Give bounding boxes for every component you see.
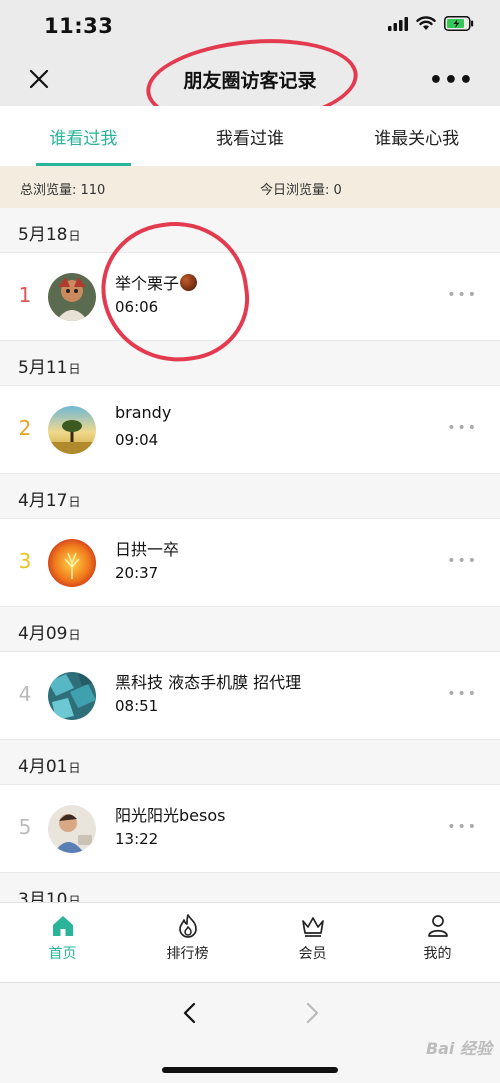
- chestnut-emoji-icon: [180, 274, 198, 291]
- date-day-suffix: 日: [68, 761, 81, 775]
- rank-number: 1: [18, 283, 32, 307]
- tab-who-viewed-me[interactable]: 谁看过我: [0, 106, 167, 166]
- date-month: 5月11: [18, 358, 68, 378]
- more-menu-button[interactable]: •••: [429, 68, 474, 93]
- visit-time: 13:22: [115, 830, 159, 848]
- visitor-name: 日拱一卒: [115, 540, 180, 559]
- avatar[interactable]: [48, 672, 96, 720]
- bottom-nav: 首页 排行榜 会员 我的: [0, 902, 500, 982]
- date-header: 4月17日: [0, 474, 500, 519]
- status-time: 11:33: [44, 14, 114, 38]
- avatar[interactable]: [48, 406, 96, 454]
- visitor-row[interactable]: 1 举个栗子 06:06 •••: [0, 253, 500, 341]
- visitor-row[interactable]: 2 brandy 09:04 •••: [0, 386, 500, 474]
- row-more-button[interactable]: •••: [447, 686, 478, 702]
- avatar[interactable]: [48, 805, 96, 853]
- browser-toolbar: Bai 经验: [0, 982, 500, 1083]
- nav-ranking-label: 排行榜: [166, 946, 209, 962]
- battery-icon: [444, 16, 474, 31]
- nav-membership[interactable]: 会员: [250, 903, 375, 982]
- total-views: 总浏览量: 110: [20, 183, 106, 198]
- visitor-row[interactable]: 3 日拱一卒 20:37 •••: [0, 519, 500, 607]
- visitor-name: 举个栗子: [115, 270, 198, 294]
- date-day-suffix: 日: [68, 362, 81, 376]
- nav-home-label: 首页: [48, 946, 77, 962]
- row-more-button[interactable]: •••: [447, 553, 478, 569]
- rank-number: 4: [18, 682, 32, 706]
- date-month: 4月17: [18, 491, 68, 511]
- nav-membership-label: 会员: [298, 946, 327, 962]
- status-icons: [388, 16, 474, 31]
- visit-time: 09:04: [115, 431, 159, 449]
- page-title: 朋友圈访客记录: [183, 70, 317, 92]
- visitor-list[interactable]: 5月18日 1 举个栗子 06:06 ••• 5月11日 2 brandy 09…: [0, 208, 500, 902]
- tab-who-i-viewed[interactable]: 我看过谁: [167, 106, 334, 166]
- today-views: 今日浏览量: 0: [260, 183, 342, 198]
- signal-icon: [388, 16, 408, 31]
- visitor-row[interactable]: 5 阳光阳光besos 13:22 •••: [0, 785, 500, 873]
- rank-number: 5: [18, 815, 32, 839]
- visit-time: 20:37: [115, 564, 159, 582]
- rank-number: 3: [18, 549, 32, 573]
- visitor-name: brandy: [115, 403, 172, 422]
- date-day-suffix: 日: [68, 229, 81, 243]
- date-header: 5月11日: [0, 341, 500, 386]
- date-month: 5月18: [18, 225, 68, 245]
- home-icon: [52, 916, 73, 936]
- date-header: 4月09日: [0, 607, 500, 652]
- home-indicator[interactable]: [162, 1067, 338, 1073]
- row-more-button[interactable]: •••: [447, 420, 478, 436]
- status-bar: 11:33: [0, 0, 500, 54]
- nav-home[interactable]: 首页: [0, 903, 125, 982]
- forward-arrow-icon[interactable]: [300, 1001, 324, 1025]
- wifi-icon: [416, 16, 436, 30]
- tab-who-cares-most[interactable]: 谁最关心我: [333, 106, 500, 166]
- back-arrow-icon[interactable]: [178, 1001, 202, 1025]
- crown-icon: [301, 917, 324, 937]
- watermark-logo: Bai 经验: [425, 1039, 492, 1058]
- date-month: 4月01: [18, 757, 68, 777]
- visitor-row[interactable]: 4 黑科技 液态手机膜 招代理 08:51 •••: [0, 652, 500, 740]
- date-day-suffix: 日: [68, 894, 81, 902]
- visitor-name: 黑科技 液态手机膜 招代理: [115, 673, 302, 692]
- date-header: 3月10日: [0, 873, 500, 902]
- date-month: 4月09: [18, 624, 68, 644]
- visit-time: 08:51: [115, 697, 159, 715]
- row-more-button[interactable]: •••: [447, 819, 478, 835]
- avatar[interactable]: [48, 273, 96, 321]
- nav-mine-label: 我的: [423, 946, 452, 962]
- row-more-button[interactable]: •••: [447, 287, 478, 303]
- date-day-suffix: 日: [68, 495, 81, 509]
- nav-ranking[interactable]: 排行榜: [125, 903, 250, 982]
- visitor-name: 阳光阳光besos: [115, 806, 226, 825]
- flame-icon: [178, 914, 197, 938]
- visitor-name-text: 举个栗子: [115, 274, 180, 293]
- date-month: 3月10: [18, 890, 68, 902]
- date-header: 4月01日: [0, 740, 500, 785]
- nav-mine[interactable]: 我的: [375, 903, 500, 982]
- stats-bar: 总浏览量: 110 今日浏览量: 0: [0, 166, 500, 208]
- date-header: 5月18日: [0, 208, 500, 253]
- rank-number: 2: [18, 416, 32, 440]
- person-icon: [427, 915, 448, 937]
- tab-bar: 谁看过我 我看过谁 谁最关心我: [0, 106, 500, 166]
- visit-time: 06:06: [115, 298, 159, 316]
- nav-bar: 朋友圈访客记录 •••: [0, 54, 500, 106]
- avatar[interactable]: [48, 539, 96, 587]
- date-day-suffix: 日: [68, 628, 81, 642]
